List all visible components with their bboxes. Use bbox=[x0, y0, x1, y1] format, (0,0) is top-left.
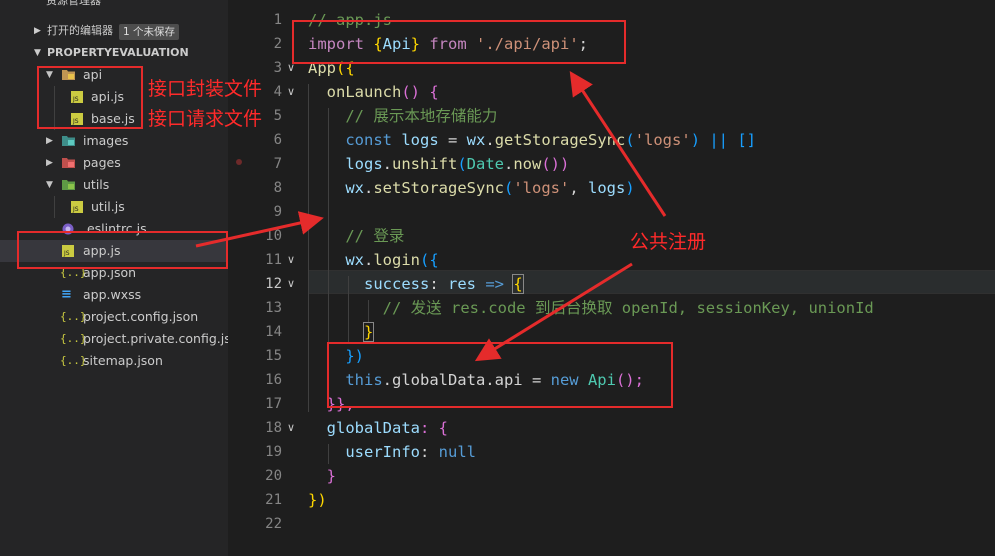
arrow-register-to-import bbox=[569, 70, 667, 217]
arrow-register-to-global-api bbox=[474, 262, 633, 362]
arrow-app-js-to-code bbox=[195, 211, 324, 248]
annotation-arrows bbox=[195, 70, 667, 362]
